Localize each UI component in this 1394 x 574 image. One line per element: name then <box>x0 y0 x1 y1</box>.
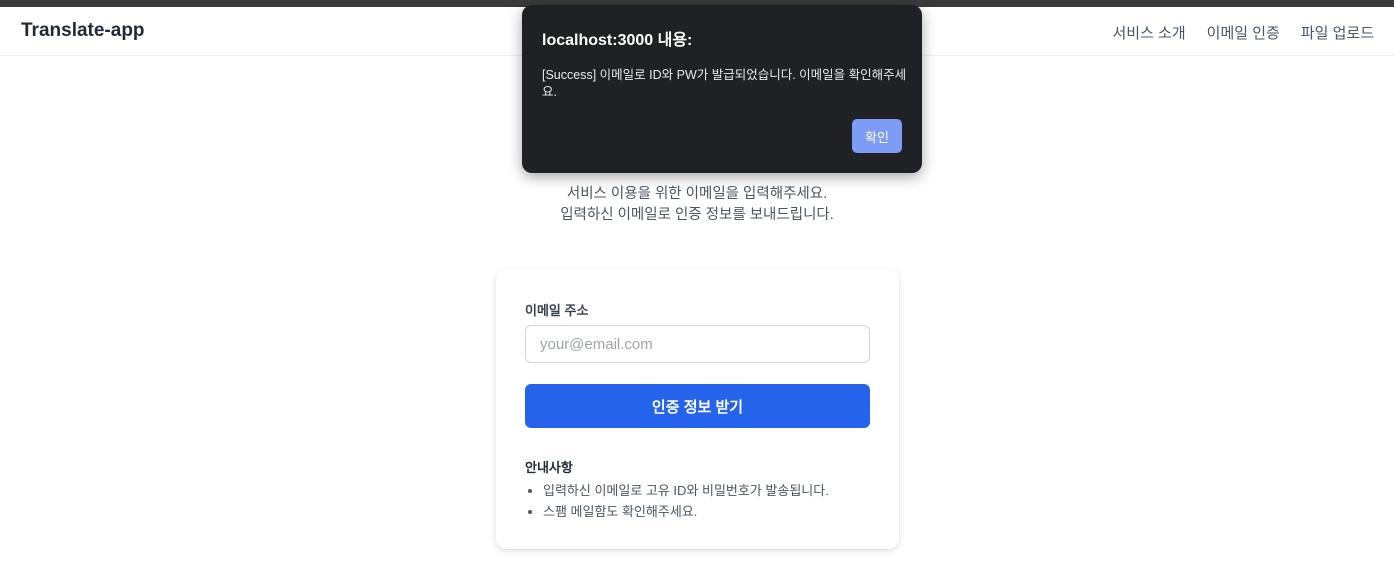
nav-link-email-auth[interactable]: 이메일 인증 <box>1207 22 1280 43</box>
nav-link-service-intro[interactable]: 서비스 소개 <box>1112 22 1185 43</box>
intro-text: 서비스 이용을 위한 이메일을 입력해주세요. 입력하신 이메일로 인증 정보를… <box>0 184 1394 226</box>
notice-item: 스팸 메일함도 확인해주세요. <box>543 501 829 522</box>
email-label: 이메일 주소 <box>525 303 589 318</box>
request-credentials-button[interactable]: 인증 정보 받기 <box>525 384 870 428</box>
intro-line-2: 입력하신 이메일로 인증 정보를 보내드립니다. <box>560 207 834 223</box>
alert-dialog-title: localhost:3000 내용: <box>542 32 693 49</box>
intro-line-1: 서비스 이용을 위한 이메일을 입력해주세요. <box>566 186 828 202</box>
alert-ok-button[interactable]: 확인 <box>852 119 902 153</box>
notice-list: 입력하신 이메일로 고유 ID와 비밀번호가 발송됩니다. 스팸 메일함도 확인… <box>525 480 829 522</box>
alert-dialog: localhost:3000 내용: [Success] 이메일로 ID와 PW… <box>522 5 922 173</box>
email-input[interactable] <box>525 325 870 363</box>
alert-dialog-message: [Success] 이메일로 ID와 PW가 발급되었습니다. 이메일을 확인해… <box>542 68 907 99</box>
notice-title: 안내사항 <box>525 460 573 475</box>
brand-logo[interactable]: Translate-app <box>21 20 145 42</box>
email-form-card: 이메일 주소 인증 정보 받기 안내사항 입력하신 이메일로 고유 ID와 비밀… <box>496 270 899 549</box>
nav-link-file-upload[interactable]: 파일 업로드 <box>1301 22 1374 43</box>
nav-links: 서비스 소개 이메일 인증 파일 업로드 <box>1112 22 1374 43</box>
notice-item: 입력하신 이메일로 고유 ID와 비밀번호가 발송됩니다. <box>543 480 829 501</box>
